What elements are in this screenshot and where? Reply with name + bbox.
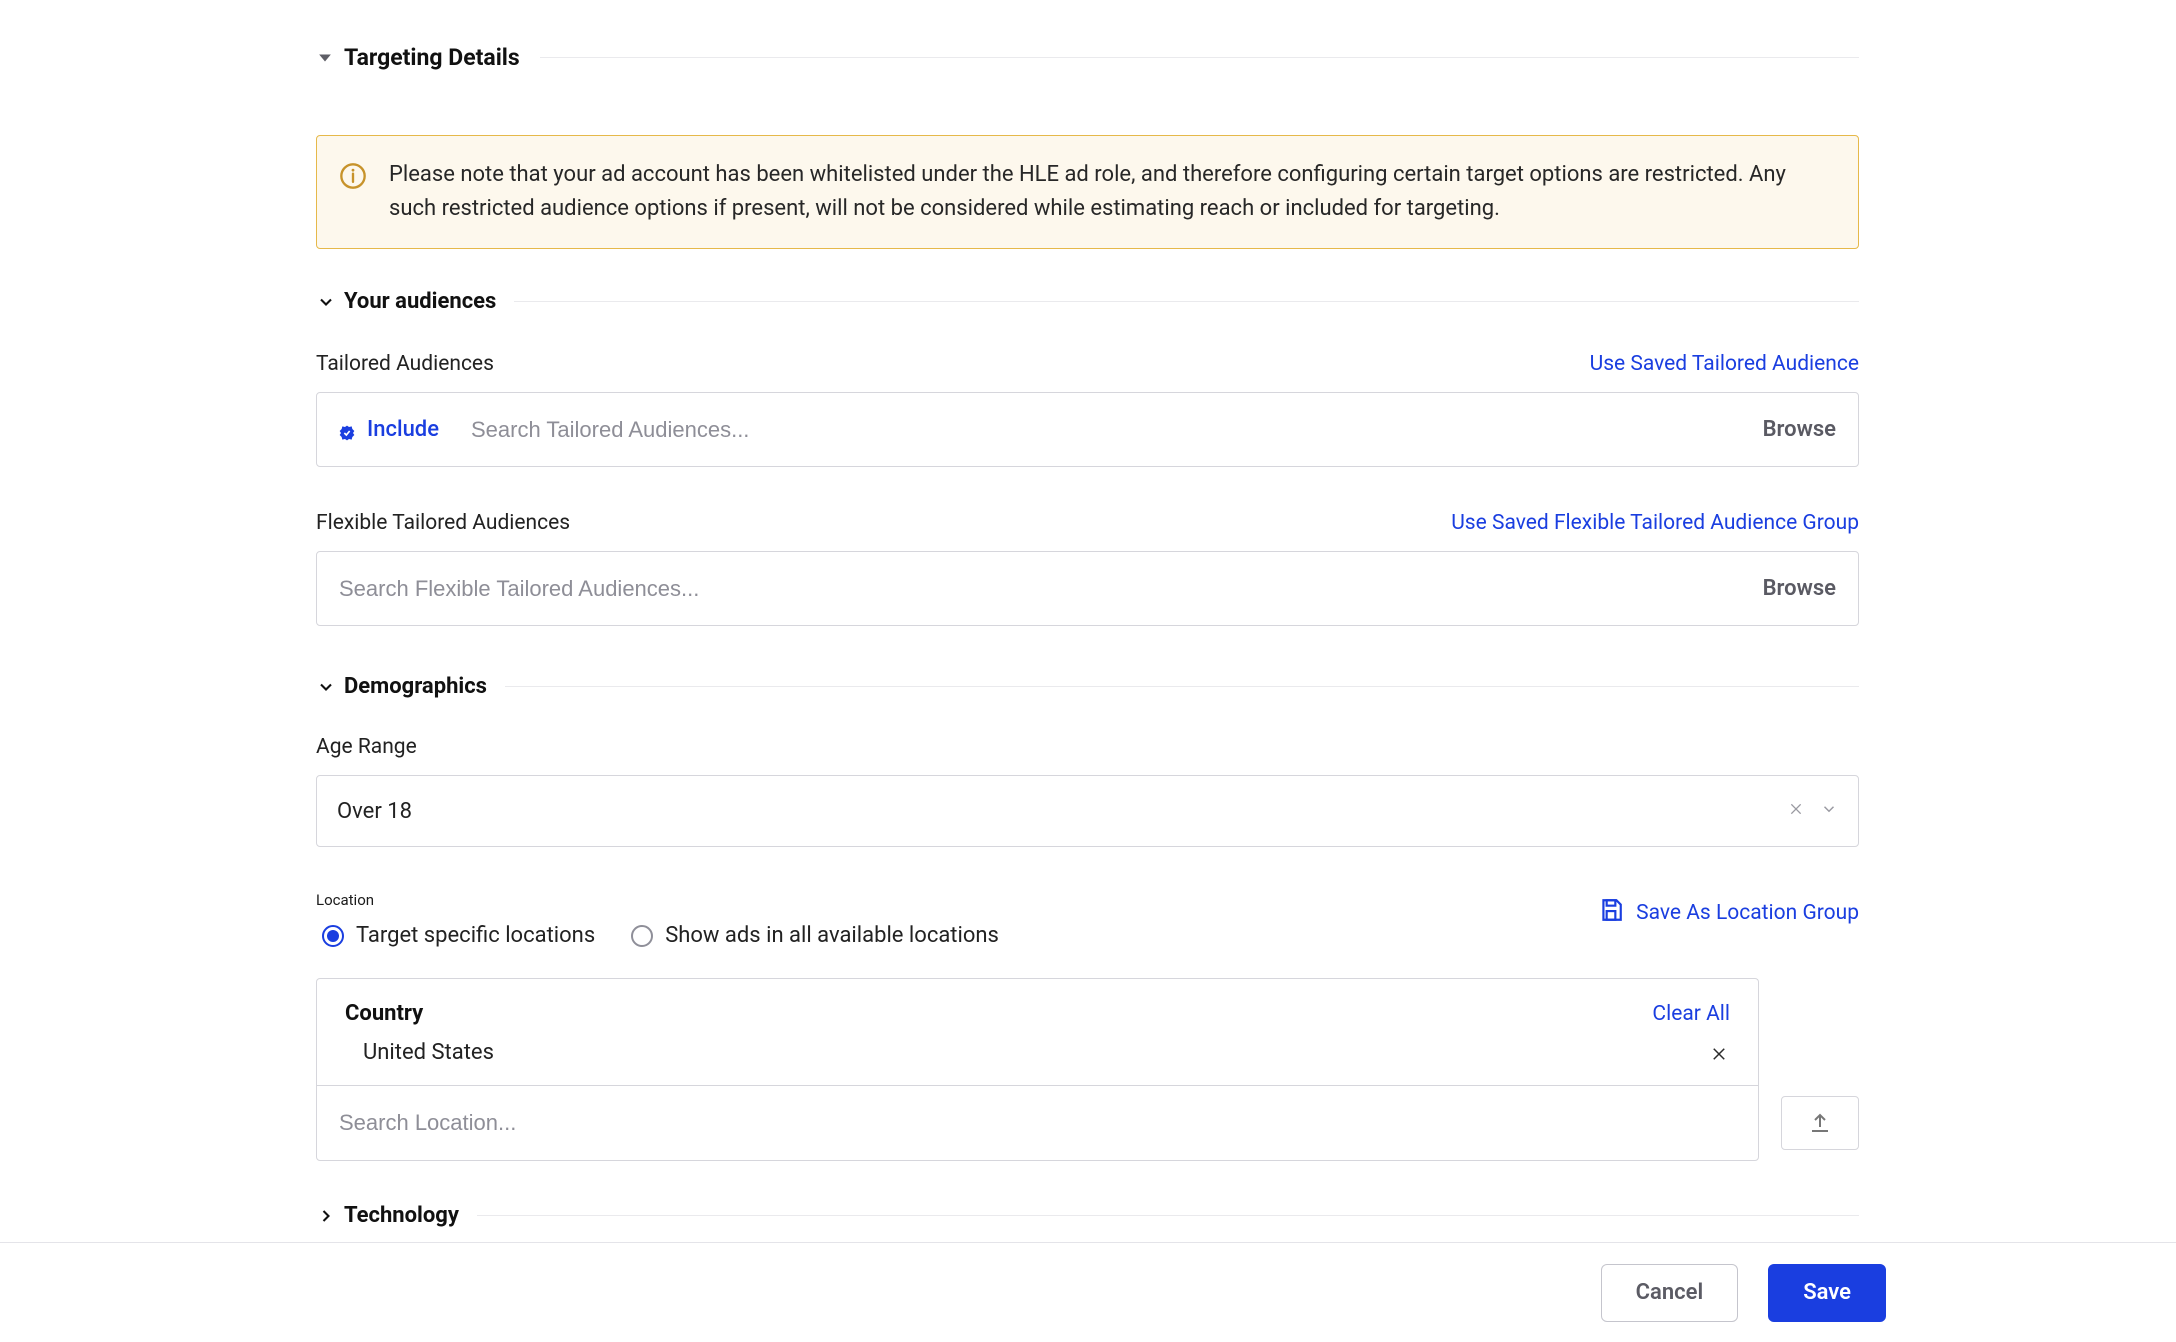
browse-flexible-link[interactable]: Browse (1763, 576, 1836, 601)
location-label: Location (316, 891, 999, 909)
flexible-audiences-input-box[interactable]: Browse (316, 551, 1859, 626)
radio-label: Show ads in all available locations (665, 923, 999, 948)
country-title: Country (345, 1001, 423, 1026)
tailored-audiences-label: Tailored Audiences (316, 352, 494, 376)
save-button[interactable]: Save (1768, 1264, 1886, 1322)
divider (514, 301, 1859, 302)
divider (505, 686, 1859, 687)
chevron-down-icon (1820, 800, 1838, 822)
section-title: Targeting Details (344, 44, 520, 71)
section-targeting-details[interactable]: Targeting Details (316, 44, 1859, 71)
section-title: Demographics (344, 674, 487, 699)
flexible-audiences-label: Flexible Tailored Audiences (316, 511, 570, 535)
age-range-label: Age Range (316, 735, 1859, 759)
section-your-audiences[interactable]: Your audiences (316, 289, 1859, 314)
location-search-input[interactable] (339, 1110, 1736, 1136)
check-badge-icon (339, 422, 355, 438)
whitelist-notice: Please note that your ad account has bee… (316, 135, 1859, 249)
country-box: Country Clear All United States (316, 978, 1759, 1085)
notice-text: Please note that your ad account has bee… (389, 158, 1832, 226)
flexible-audiences-search-input[interactable] (339, 576, 1763, 602)
include-chip[interactable]: Include (339, 417, 439, 442)
browse-tailored-link[interactable]: Browse (1763, 417, 1836, 442)
include-label: Include (367, 417, 439, 442)
radio-show-all[interactable]: Show ads in all available locations (631, 923, 999, 948)
caret-down-filled-icon (316, 49, 334, 67)
chevron-right-icon (316, 1206, 336, 1226)
use-saved-flexible-link[interactable]: Use Saved Flexible Tailored Audience Gro… (1451, 511, 1859, 535)
section-title: Technology (344, 1203, 459, 1228)
radio-target-specific[interactable]: Target specific locations (322, 923, 595, 948)
save-location-label: Save As Location Group (1636, 901, 1859, 925)
use-saved-tailored-link[interactable]: Use Saved Tailored Audience (1590, 352, 1859, 376)
section-title: Your audiences (344, 289, 496, 314)
divider (540, 57, 1859, 58)
info-icon (339, 162, 367, 190)
country-item: United States (345, 1040, 1730, 1065)
radio-circle-icon (631, 925, 653, 947)
divider (477, 1215, 1859, 1216)
location-search-box[interactable] (316, 1085, 1759, 1161)
age-range-select[interactable]: Over 18 (316, 775, 1859, 847)
save-icon (1598, 897, 1624, 929)
radio-circle-icon (322, 925, 344, 947)
tailored-audiences-search-input[interactable] (471, 417, 1763, 443)
age-range-value: Over 18 (337, 799, 412, 824)
cancel-button[interactable]: Cancel (1601, 1264, 1739, 1322)
radio-label: Target specific locations (356, 923, 595, 948)
clear-all-link[interactable]: Clear All (1652, 1002, 1730, 1026)
country-name: United States (363, 1040, 494, 1065)
chevron-down-icon (316, 677, 336, 697)
save-as-location-group-link[interactable]: Save As Location Group (1598, 897, 1859, 929)
remove-country-button[interactable] (1710, 1045, 1730, 1065)
chevron-down-icon (316, 292, 336, 312)
clear-icon[interactable] (1788, 801, 1804, 821)
upload-locations-button[interactable] (1781, 1096, 1859, 1150)
tailored-audiences-input-box[interactable]: Include Browse (316, 392, 1859, 467)
section-technology[interactable]: Technology (316, 1203, 1859, 1228)
footer: Cancel Save (0, 1242, 2176, 1342)
section-demographics[interactable]: Demographics (316, 674, 1859, 699)
